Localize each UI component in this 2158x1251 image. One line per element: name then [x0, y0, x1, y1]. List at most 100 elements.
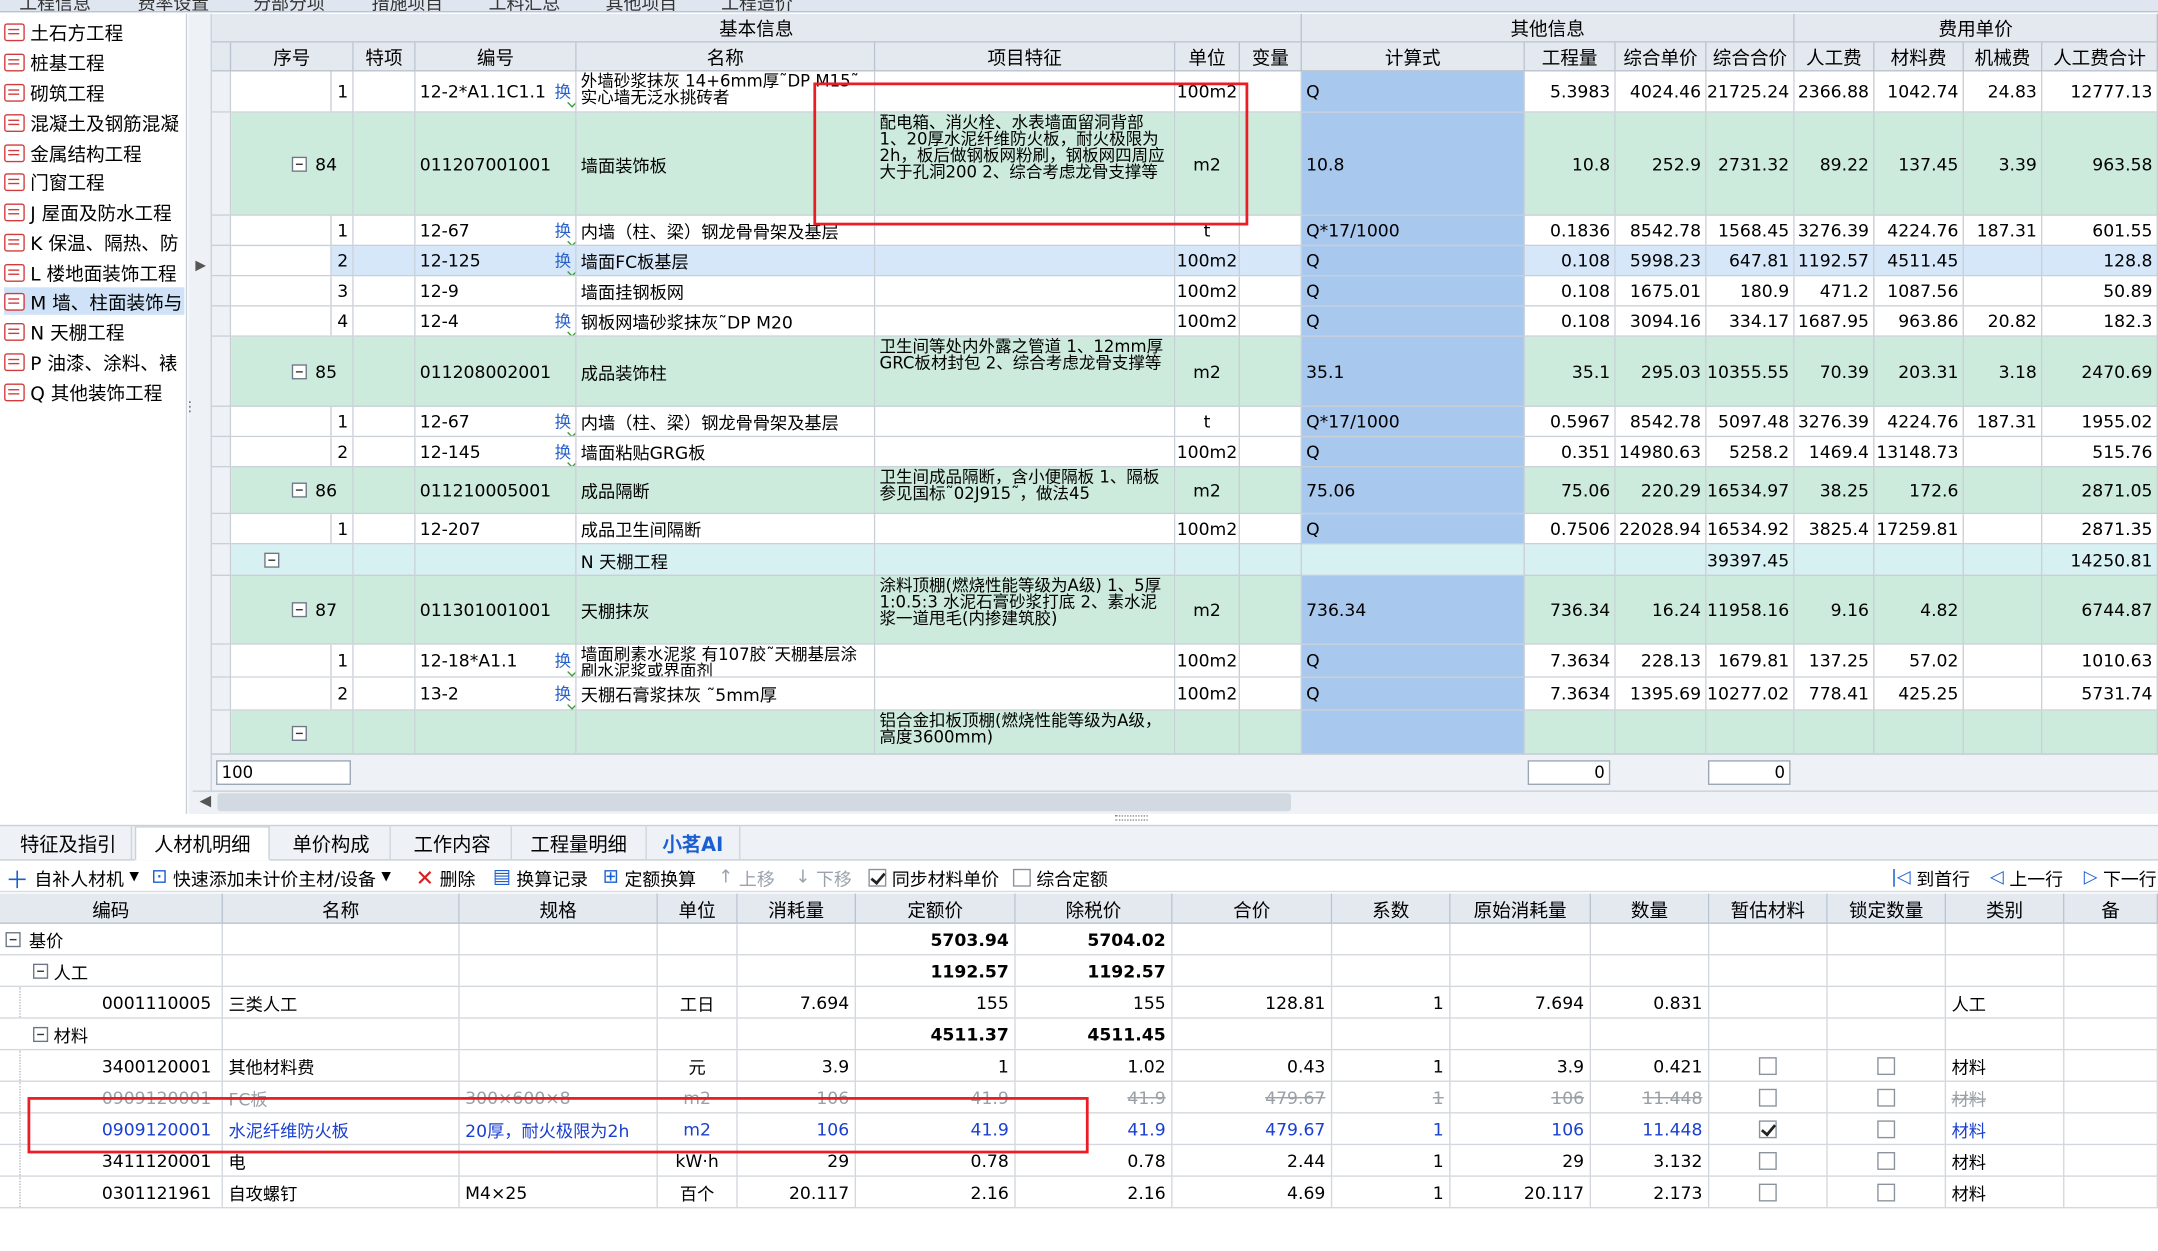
detail-row[interactable]: 人工 1192.57 1192.57 [0, 955, 2158, 988]
cell-expr[interactable]: Q [1301, 306, 1525, 337]
table-row[interactable]: 84 011207001001 墙面装饰板 配电箱、消火栓、水表墙面留洞背部 1、20… [211, 112, 2158, 216]
table-row[interactable]: 1 12-67 换内墙（柱、梁）钢龙骨骨架及基层 t Q*17/1000 0.1836 85… [211, 215, 2158, 247]
checkbox-icon[interactable] [1758, 1182, 1777, 1201]
top-tab[interactable]: 费率设置 [138, 0, 210, 11]
combined-quota-checkbox[interactable]: 综合定额 [1012, 865, 1108, 890]
detail-row[interactable]: 3411120001 电 kW·h 29 0.78 0.78 2.44 1 29 3.132 材料 [0, 1145, 2158, 1177]
cell-expr[interactable]: 35.1 [1301, 336, 1525, 407]
collapse-icon[interactable] [33, 962, 49, 979]
tab-detail-0[interactable]: 特征及指引 [6, 826, 133, 861]
table-row[interactable]: 2 12-145 换墙面粘贴GRG板 100m2 Q 0.351 14980.63 5258.… [211, 437, 2158, 468]
top-tab[interactable]: 工程造价 [721, 0, 793, 11]
checkbox-icon[interactable] [1758, 1119, 1777, 1138]
cell-name[interactable] [576, 710, 876, 757]
add-resource-button[interactable]: ＋自补人材机 ▼ [6, 865, 139, 894]
cell-code[interactable]: 12-2*A1.1C1.1 换 [415, 71, 577, 113]
table-row[interactable]: 1 12-207 成品卫生间隔断 100m2 Q 0.7506 22028.94 16534.… [211, 514, 2158, 545]
tree-item[interactable]: K 保温、隔热、防 [4, 228, 178, 256]
detail-row[interactable]: 0001110005 三类人工 工日 7.694 155 155 128.81 1 7.694 0… [0, 987, 2158, 1019]
cell-name[interactable]: 天棚抹灰 [576, 576, 876, 645]
collapse-icon[interactable] [5, 931, 21, 947]
detail-cell-est[interactable] [1709, 1050, 1828, 1082]
detail-cell-consume[interactable] [737, 955, 857, 988]
cell-code[interactable]: 12-9 [415, 276, 577, 307]
collapse-icon[interactable] [291, 602, 307, 618]
table-row[interactable]: 4 12-4 换钢板网墙砂浆抹灰˜DP M20 100m2 Q 0.108 3094.16 3… [211, 306, 2158, 337]
detail-cell-lock[interactable] [1827, 1081, 1947, 1114]
cell-name[interactable]: 天棚石膏浆抹灰 ˜5mm厚 [576, 677, 876, 711]
scroll-left-icon[interactable]: ◀ [200, 792, 212, 810]
tree-item[interactable]: 砌筑工程 [4, 78, 105, 106]
top-tab[interactable]: 工料汇总 [489, 0, 561, 11]
collapse-icon[interactable] [33, 1026, 49, 1042]
top-tab[interactable]: 工程信息 [19, 0, 91, 11]
drag-handle-icon[interactable]: ⋮ [183, 401, 197, 415]
cell-code[interactable]: 12-4 换 [415, 306, 577, 337]
quota-convert-button[interactable]: ⊞ 定额换算 [603, 865, 696, 890]
detail-cell-consume[interactable]: 29 [737, 1145, 857, 1177]
detail-cell-consume[interactable] [737, 923, 857, 956]
detail-cell-consume[interactable]: 3.9 [737, 1050, 857, 1082]
table-row[interactable]: 铝合金扣板顶棚(燃烧性能等级为A级，高度3600mm) [211, 710, 2158, 757]
detail-row[interactable]: 0909120001 水泥纤维防火板 20厚，耐火极限为2h m2 106 41.9 41.… [0, 1113, 2158, 1146]
detail-cell-est[interactable] [1709, 1081, 1828, 1114]
sync-price-checkbox[interactable]: 同步材料单价 [868, 865, 999, 890]
detail-cell-est[interactable] [1709, 1145, 1828, 1177]
table-row[interactable]: N 天棚工程 39397.45 14250.81 [211, 544, 2158, 577]
checkbox-icon[interactable] [1877, 1119, 1896, 1138]
cell-name[interactable]: 墙面FC板基层 [576, 246, 876, 277]
cell-code[interactable]: 12-18*A1.1 换 [415, 644, 577, 678]
cell-name[interactable]: 墙面刷素水泥浆 有107胶˜天棚基层涂刷水泥浆或界面剂 [576, 644, 876, 678]
detail-cell-consume[interactable]: 7.694 [737, 987, 857, 1019]
tree-item[interactable]: J 屋面及防水工程 [4, 198, 172, 225]
move-up-button[interactable]: ↑ 上移 [718, 865, 774, 890]
table-row[interactable]: 1 12-2*A1.1C1.1 换外墙砂浆抹灰 14+6mm厚˜DP M15˜实心墙… [211, 71, 2158, 113]
cell-name[interactable]: 成品装饰柱 [576, 336, 876, 407]
cell-name[interactable]: 墙面挂钢板网 [576, 276, 876, 307]
cell-name[interactable]: 成品隔断 [576, 467, 876, 515]
cell-code[interactable]: 011301001001 [415, 576, 577, 645]
cell-expr[interactable]: 75.06 [1301, 467, 1525, 515]
cell-expr[interactable]: 10.8 [1301, 112, 1525, 216]
cell-code[interactable]: 12-207 [415, 514, 577, 545]
cell-expr[interactable]: Q [1301, 246, 1525, 277]
table-row[interactable]: 87 011301001001 天棚抹灰 涂料顶棚(燃烧性能等级为A级) 1、5厚1:… [211, 576, 2158, 645]
checkbox-icon[interactable] [1877, 1088, 1896, 1106]
cell-name[interactable]: 内墙（柱、梁）钢龙骨骨架及基层 [576, 215, 876, 247]
cell-expr[interactable]: Q [1301, 71, 1525, 113]
scrollbar-thumb[interactable] [217, 793, 1291, 812]
collapse-icon[interactable] [264, 551, 280, 568]
checkbox-icon[interactable] [1877, 1151, 1896, 1170]
checkbox-icon[interactable] [1758, 1151, 1777, 1170]
quick-add-button[interactable]: ⊡ 快速添加未计价主材/设备 ▼ [151, 865, 391, 890]
tab-detail-2[interactable]: 单价构成 [273, 826, 391, 861]
collapse-icon[interactable] [291, 156, 307, 172]
detail-cell-lock[interactable] [1827, 1018, 1947, 1051]
tab-detail-1[interactable]: 人材机明细 [134, 826, 270, 861]
tree-item[interactable]: 土石方工程 [4, 18, 123, 45]
tree-item[interactable]: 金属结构工程 [4, 139, 142, 166]
delete-button[interactable]: ✕ 删除 [416, 864, 476, 890]
cell-expr[interactable]: Q [1301, 276, 1525, 307]
collapse-icon[interactable] [291, 725, 307, 741]
detail-cell-lock[interactable] [1827, 1145, 1947, 1177]
collapse-icon[interactable] [291, 363, 307, 379]
table-row[interactable]: 1 12-67 换内墙（柱、梁）钢龙骨骨架及基层 t Q*17/1000 0.5967 85… [211, 406, 2158, 438]
qty-input[interactable]: 0 [1527, 760, 1611, 785]
cell-code[interactable]: 011208002001 [415, 336, 577, 407]
tree-item[interactable]: M 墙、柱面装饰与 [4, 287, 185, 315]
cell-expr[interactable]: Q [1301, 437, 1525, 468]
tree-item[interactable]: L 楼地面装饰工程 [4, 258, 177, 286]
cell-code[interactable]: 12-145 换 [415, 437, 577, 468]
cell-expr[interactable]: 736.34 [1301, 576, 1525, 645]
cell-code[interactable]: 13-2 换 [415, 677, 577, 711]
cell-code[interactable]: 12-67 换 [415, 215, 577, 247]
cell-name[interactable]: 墙面装饰板 [576, 112, 876, 216]
detail-cell-lock[interactable] [1827, 923, 1947, 956]
detail-cell-lock[interactable] [1827, 1113, 1947, 1146]
table-row[interactable]: 2 13-2 换天棚石膏浆抹灰 ˜5mm厚 100m2 Q 7.3634 1395.69 10… [211, 677, 2158, 711]
cell-code[interactable]: 12-125 换 [415, 246, 577, 277]
detail-row[interactable]: 3400120001 其他材料费 元 3.9 1 1.02 0.43 1 3.9 0.421 材料 [0, 1050, 2158, 1082]
detail-row[interactable]: 0909120001 FC板 300×600×8 m2 106 41.9 41.9 479.6… [0, 1081, 2158, 1114]
collapse-icon[interactable] [291, 482, 307, 498]
